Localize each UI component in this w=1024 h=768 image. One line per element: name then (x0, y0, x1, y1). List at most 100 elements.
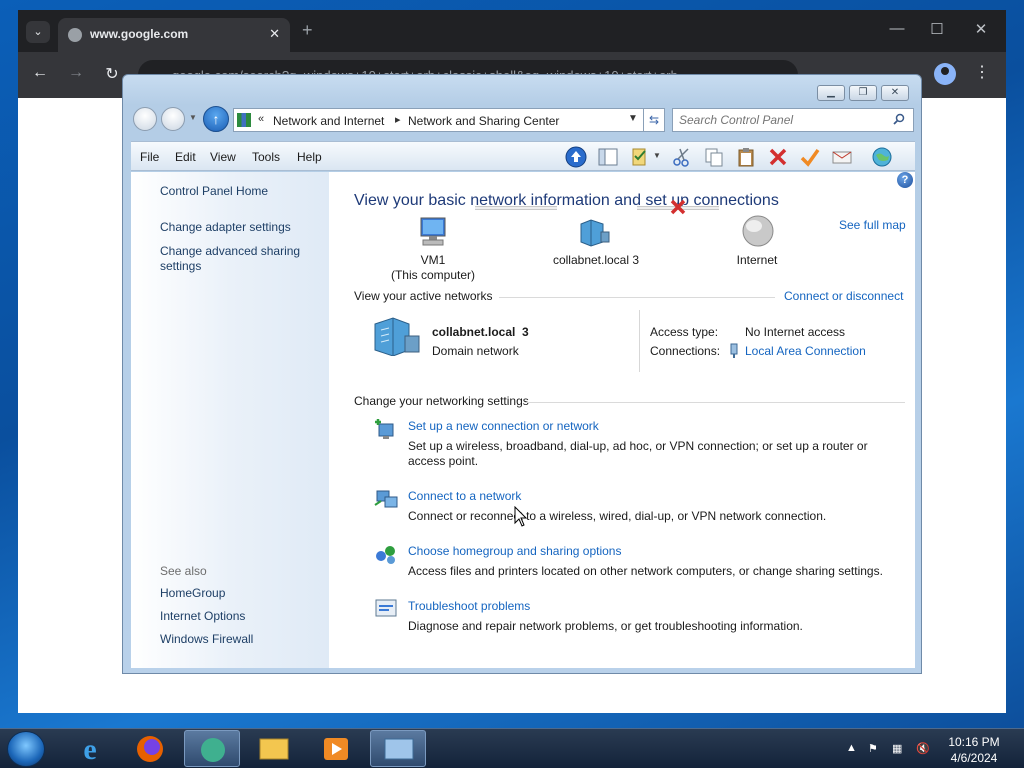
network-sharing-center-window: ▁ ❐ ✕ ▼ ↑ « Network and Internet ▸ Netwo… (122, 74, 922, 674)
content-area: Control Panel Home Change adapter settin… (131, 172, 915, 668)
minimize-button[interactable]: ▁ (817, 85, 845, 101)
start-button[interactable] (7, 731, 45, 767)
checkmark-icon[interactable] (799, 146, 821, 168)
breadcrumb-network-sharing-center[interactable]: Network and Sharing Center (408, 114, 559, 128)
chrome-tab-strip: ⌄ www.google.com ✕ + — ☐ ✕ (18, 10, 1006, 52)
menu-bar: File Edit View Tools Help ▼ (131, 141, 915, 171)
file-explorer-icon[interactable] (246, 730, 302, 767)
divider (525, 402, 905, 403)
profile-icon[interactable] (934, 63, 956, 85)
paste-icon[interactable] (735, 146, 757, 168)
homegroup-sharing-link[interactable]: Choose homegroup and sharing options (408, 544, 621, 558)
setup-connection-link[interactable]: Set up a new connection or network (408, 419, 599, 433)
globe-icon (68, 28, 82, 42)
mouse-cursor-icon (514, 506, 528, 527)
disconnected-x-icon (670, 199, 686, 215)
back-arrow-icon[interactable]: ← (28, 64, 52, 82)
search-input[interactable] (679, 112, 887, 128)
setup-connection-desc: Set up a wireless, broadband, dial-up, a… (408, 439, 868, 468)
control-panel-home-link[interactable]: Control Panel Home (160, 184, 268, 199)
internet-explorer-icon[interactable]: e (62, 730, 118, 767)
breadcrumb-overflow[interactable]: « (258, 113, 264, 125)
connect-network-icon (374, 490, 398, 508)
connect-network-desc: Connect or reconnect to a wireless, wire… (408, 509, 827, 523)
close-button[interactable]: ✕ (881, 85, 909, 101)
restore-button[interactable]: ❐ (849, 85, 877, 101)
kebab-menu-icon[interactable]: ⋮ (974, 62, 990, 82)
windows-firewall-link[interactable]: Windows Firewall (160, 632, 253, 647)
domain-network-icon (580, 219, 610, 247)
search-icon[interactable] (893, 113, 905, 125)
menu-help[interactable]: Help (297, 150, 322, 164)
chrome-tab[interactable]: www.google.com ✕ (58, 18, 290, 52)
up-button[interactable]: ↑ (203, 106, 229, 132)
up-arrow-icon[interactable] (565, 146, 587, 168)
divider (499, 297, 775, 298)
change-adapter-settings-link[interactable]: Change adapter settings (160, 220, 291, 235)
delete-icon[interactable] (767, 146, 789, 168)
map-network-name: collabnet.local 3 (552, 253, 640, 267)
menu-file[interactable]: File (140, 150, 159, 164)
forward-button[interactable] (161, 107, 185, 131)
menu-edit[interactable]: Edit (175, 150, 196, 164)
clock-date[interactable]: 4/6/2024 (944, 751, 1004, 765)
see-full-map-link[interactable]: See full map (839, 218, 906, 232)
back-button[interactable] (133, 107, 157, 131)
minimize-icon[interactable]: — (882, 20, 912, 37)
control-panel-taskbar-icon[interactable] (370, 730, 426, 767)
internet-options-link[interactable]: Internet Options (160, 609, 245, 624)
network-tray-icon[interactable]: ▦ (892, 742, 902, 755)
address-bar[interactable]: « Network and Internet ▸ Network and Sha… (233, 108, 663, 132)
address-dropdown-icon[interactable]: ▼ (628, 113, 638, 124)
network-app-icon[interactable] (184, 730, 240, 767)
clock-time[interactable]: 10:16 PM (944, 735, 1004, 749)
active-network-type: Domain network (432, 344, 519, 358)
control-panel-icon (237, 113, 251, 127)
tab-title: www.google.com (90, 27, 189, 41)
reload-icon[interactable]: ↻ (100, 64, 124, 84)
change-advanced-sharing-link[interactable]: Change advanced sharing settings (160, 244, 310, 274)
search-box[interactable] (672, 108, 914, 132)
local-area-connection-link[interactable]: Local Area Connection (745, 344, 866, 358)
troubleshoot-link[interactable]: Troubleshoot problems (408, 599, 530, 613)
media-player-icon[interactable] (308, 730, 364, 767)
recent-pages-dropdown-icon[interactable]: ▼ (189, 113, 197, 122)
globe-icon[interactable] (871, 146, 893, 168)
forward-arrow-icon[interactable]: → (64, 64, 88, 82)
computer-subtitle: (This computer) (390, 268, 476, 282)
cut-icon[interactable] (671, 146, 693, 168)
homegroup-link[interactable]: HomeGroup (160, 586, 225, 601)
folders-pane-icon[interactable] (597, 146, 619, 168)
taskbar: e ▲ ⚑ ▦ 🔇 10:16 PM 4/6/2024 (0, 728, 1024, 768)
help-icon[interactable]: ? (897, 172, 913, 188)
computer-icon (420, 217, 446, 246)
tray-overflow-icon[interactable]: ▲ (846, 742, 857, 754)
copy-icon[interactable] (703, 146, 725, 168)
breadcrumb-separator[interactable]: ▸ (395, 113, 401, 126)
tab-close-icon[interactable]: ✕ (269, 26, 280, 42)
connections-label: Connections: (650, 344, 721, 358)
email-icon[interactable] (831, 146, 853, 168)
access-type-label: Access type: (650, 325, 719, 339)
menu-view[interactable]: View (210, 150, 236, 164)
homegroup-icon (376, 546, 395, 564)
connect-network-link[interactable]: Connect to a network (408, 489, 521, 503)
tab-search-button[interactable]: ⌄ (26, 21, 50, 43)
internet-label: Internet (736, 253, 778, 267)
maximize-icon[interactable]: ☐ (922, 20, 952, 38)
connection-line-1 (475, 206, 557, 210)
checklist-icon[interactable] (629, 146, 651, 168)
internet-globe-icon (742, 215, 774, 247)
firefox-icon[interactable] (122, 730, 178, 767)
homegroup-sharing-desc: Access files and printers located on oth… (408, 564, 883, 578)
action-center-flag-icon[interactable]: ⚑ (868, 742, 878, 755)
close-icon[interactable]: ✕ (966, 20, 996, 38)
new-tab-button[interactable]: + (302, 20, 313, 41)
volume-muted-icon[interactable]: 🔇 (916, 742, 930, 755)
connect-disconnect-link[interactable]: Connect or disconnect (784, 289, 903, 303)
refresh-button[interactable]: ⇆ (643, 108, 665, 132)
view-dropdown-icon[interactable]: ▼ (653, 151, 661, 160)
breadcrumb-network-internet[interactable]: Network and Internet (273, 114, 384, 128)
menu-tools[interactable]: Tools (252, 150, 280, 164)
active-network-name: collabnet.local 3 (432, 325, 529, 339)
